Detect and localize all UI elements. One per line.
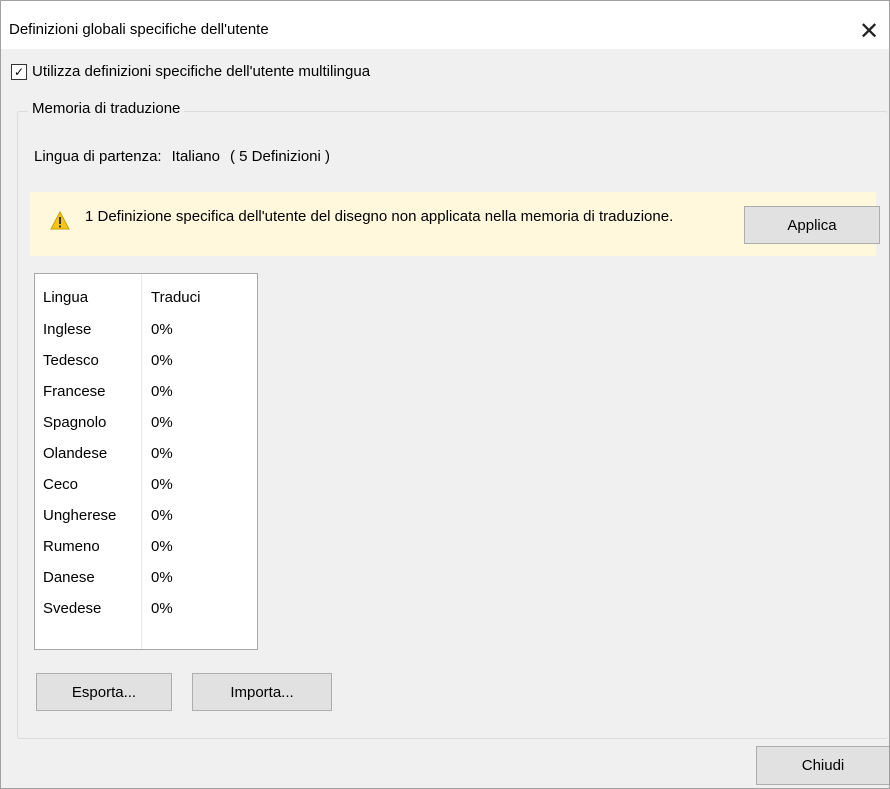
translate-percent-cell: 0%: [151, 414, 173, 431]
import-button[interactable]: Importa...: [192, 673, 332, 711]
language-cell: Rumeno: [43, 538, 100, 555]
table-row[interactable]: Francese 0%: [35, 382, 257, 413]
translation-memory-group: Memoria di traduzione Lingua di partenza…: [17, 100, 888, 739]
definitions-count: ( 5 Definizioni ): [229, 148, 331, 165]
multilingual-checkbox-row[interactable]: ✓ Utilizza definizioni specifiche dell'u…: [11, 63, 370, 80]
close-icon[interactable]: ✕: [849, 13, 889, 49]
apply-button[interactable]: Applica: [744, 206, 880, 244]
export-button[interactable]: Esporta...: [36, 673, 172, 711]
table-row[interactable]: Ungherese 0%: [35, 506, 257, 537]
translate-percent-cell: 0%: [151, 383, 173, 400]
table-row[interactable]: Spagnolo 0%: [35, 413, 257, 444]
table-row[interactable]: Svedese 0%: [35, 599, 257, 630]
table-row[interactable]: Inglese 0%: [35, 320, 257, 351]
close-button[interactable]: Chiudi: [756, 746, 889, 785]
warning-bar: 1 Definizione specifica dell'utente del …: [30, 192, 880, 256]
language-cell: Olandese: [43, 445, 108, 462]
column-header-language[interactable]: Lingua: [43, 289, 88, 306]
dialog-window: Definizioni globali specifiche dell'uten…: [0, 0, 890, 789]
table-row[interactable]: Rumeno 0%: [35, 537, 257, 568]
table-row[interactable]: Olandese 0%: [35, 444, 257, 475]
translate-percent-cell: 0%: [151, 321, 173, 338]
translate-percent-cell: 0%: [151, 538, 173, 555]
table-row[interactable]: Ceco 0%: [35, 475, 257, 506]
source-language-row: Lingua di partenza: Italiano ( 5 Definiz…: [34, 148, 330, 165]
language-cell: Danese: [43, 569, 95, 586]
warning-triangle-icon: [50, 211, 70, 230]
translate-percent-cell: 0%: [151, 507, 173, 524]
language-cell: Inglese: [43, 321, 92, 338]
group-label: Memoria di traduzione: [28, 100, 185, 117]
column-header-translate[interactable]: Traduci: [151, 289, 200, 306]
language-cell: Francese: [43, 383, 106, 400]
language-cell: Svedese: [43, 600, 102, 617]
translate-percent-cell: 0%: [151, 445, 173, 462]
language-cell: Ceco: [43, 476, 79, 493]
multilingual-checkbox[interactable]: ✓: [11, 63, 27, 80]
language-cell: Ungherese: [43, 507, 117, 524]
translate-percent-cell: 0%: [151, 476, 173, 493]
window-title: Definizioni globali specifiche dell'uten…: [9, 21, 269, 38]
table-row[interactable]: Tedesco 0%: [35, 351, 257, 382]
dialog-body: ✓ Utilizza definizioni specifiche dell'u…: [1, 49, 889, 788]
translate-percent-cell: 0%: [151, 600, 173, 617]
translate-percent-cell: 0%: [151, 352, 173, 369]
multilingual-checkbox-label: Utilizza definizioni specifiche dell'ute…: [32, 63, 371, 80]
language-cell: Spagnolo: [43, 414, 107, 431]
warning-text: 1 Definizione specifica dell'utente del …: [85, 208, 674, 225]
language-cell: Tedesco: [43, 352, 99, 369]
translate-percent-cell: 0%: [151, 569, 173, 586]
table-row[interactable]: Danese 0%: [35, 568, 257, 599]
language-table: Lingua Traduci Inglese 0% Tedesco 0% Frances…: [34, 273, 258, 650]
source-language-value: Italiano: [171, 148, 220, 165]
source-language-label: Lingua di partenza:: [34, 148, 162, 165]
